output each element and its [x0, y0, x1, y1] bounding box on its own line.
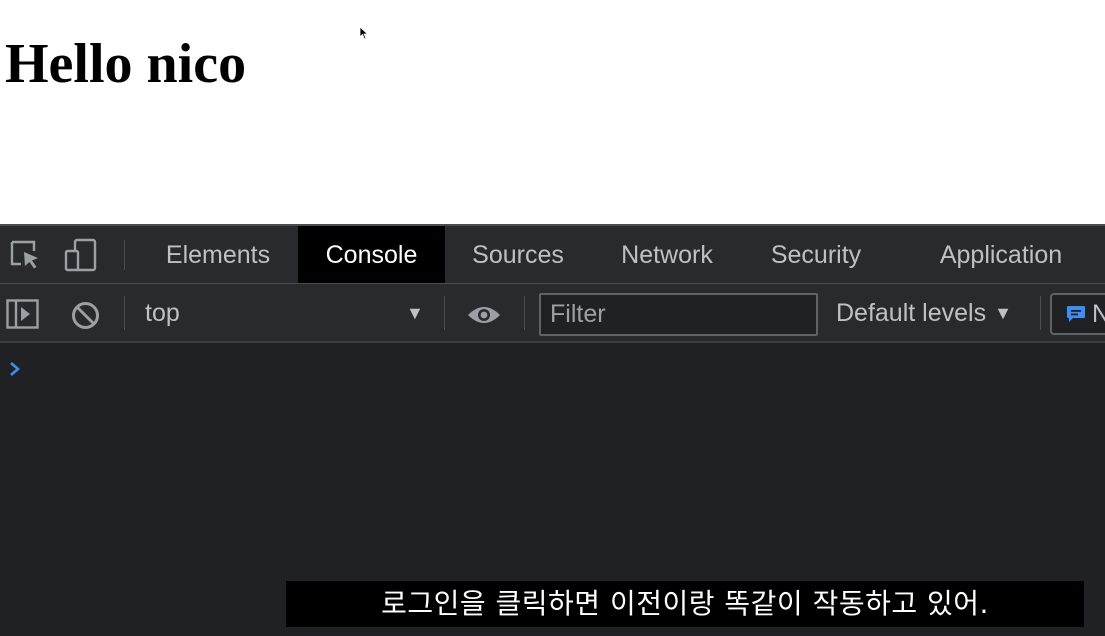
- log-levels-label: Default levels: [836, 299, 987, 327]
- devtools-tabbar: Elements Console Sources Network Securit…: [0, 226, 1105, 284]
- device-toolbar-icon[interactable]: [64, 238, 98, 272]
- tab-security[interactable]: Security: [748, 226, 884, 283]
- dropdown-arrow-icon: ▼: [994, 303, 1012, 323]
- toolbar-divider: [124, 240, 125, 270]
- console-toolbar: top ▼ Default levels ▼ N: [0, 284, 1105, 343]
- context-selector[interactable]: top ▼: [134, 292, 434, 334]
- devtools-panel: Elements Console Sources Network Securit…: [0, 224, 1105, 636]
- toolbar-divider: [124, 296, 125, 330]
- toolbar-divider: [1040, 296, 1041, 330]
- issues-message-icon: [1067, 306, 1085, 322]
- issues-button[interactable]: N: [1050, 293, 1105, 335]
- tab-elements[interactable]: Elements: [144, 226, 292, 283]
- toolbar-divider: [444, 296, 445, 330]
- tab-application[interactable]: Application: [914, 226, 1088, 283]
- clear-console-icon[interactable]: [71, 301, 100, 330]
- tab-console[interactable]: Console: [298, 226, 445, 283]
- live-expression-icon[interactable]: [466, 303, 502, 327]
- console-prompt-icon: [10, 362, 20, 376]
- tab-network[interactable]: Network: [596, 226, 738, 283]
- page-heading: Hello nico: [5, 33, 247, 95]
- context-selector-label: top: [145, 299, 180, 327]
- tab-sources[interactable]: Sources: [450, 226, 586, 283]
- dropdown-arrow-icon: ▼: [406, 303, 424, 323]
- log-levels-dropdown[interactable]: Default levels ▼: [836, 292, 1012, 334]
- toolbar-divider: [524, 296, 525, 330]
- mouse-cursor-icon: [359, 26, 369, 40]
- video-subtitle: 로그인을 클릭하면 이전이랑 똑같이 작동하고 있어.: [286, 581, 1084, 627]
- filter-input[interactable]: [539, 293, 818, 336]
- inspect-element-icon[interactable]: [8, 238, 42, 272]
- page-viewport: Hello nico: [0, 0, 1105, 224]
- sidebar-toggle-icon[interactable]: [6, 299, 39, 329]
- issues-label: N: [1092, 300, 1105, 328]
